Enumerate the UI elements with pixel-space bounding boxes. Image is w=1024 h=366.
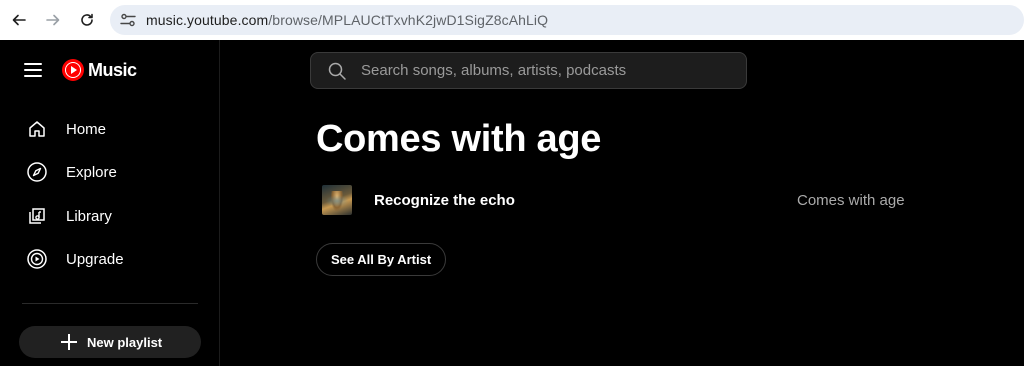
music-logo-icon [62, 59, 84, 81]
url-host: music.youtube.com [146, 12, 269, 28]
track-title[interactable]: Recognize the echo [374, 192, 515, 209]
youtube-music-app: Music Home Explore Library Upgrade New p… [0, 40, 1024, 366]
track-thumbnail[interactable] [322, 185, 352, 215]
sidebar-item-home[interactable]: Home [26, 114, 106, 144]
sidebar-item-upgrade[interactable]: Upgrade [26, 244, 124, 274]
url-text: music.youtube.com/browse/MPLAUCtTxvhK2jw… [146, 12, 548, 28]
sidebar-item-label: Upgrade [66, 250, 124, 268]
home-icon [26, 118, 48, 140]
arrow-left-icon[interactable] [8, 9, 30, 31]
upgrade-icon [26, 248, 48, 270]
plus-icon [61, 334, 77, 350]
search-bar[interactable] [310, 52, 747, 89]
compass-icon [26, 161, 48, 183]
track-album[interactable]: Comes with age [797, 192, 905, 209]
brand-name: Music [88, 59, 137, 80]
page-title: Comes with age [316, 118, 602, 160]
hamburger-menu-icon[interactable] [24, 63, 42, 77]
youtube-music-logo[interactable]: Music [62, 59, 137, 81]
track-row[interactable]: Recognize the echo Comes with age [316, 180, 916, 220]
reload-icon[interactable] [76, 9, 98, 31]
address-bar[interactable]: music.youtube.com/browse/MPLAUCtTxvhK2jw… [110, 5, 1024, 35]
sidebar-item-label: Home [66, 120, 107, 138]
sidebar-item-library[interactable]: Library [26, 201, 112, 231]
new-playlist-button[interactable]: New playlist [19, 326, 201, 358]
sidebar-item-label: Explore [66, 163, 117, 181]
brand: Music [24, 58, 137, 82]
search-input[interactable] [361, 62, 741, 79]
search-icon[interactable] [327, 61, 347, 81]
browser-toolbar: music.youtube.com/browse/MPLAUCtTxvhK2jw… [0, 0, 1024, 40]
sidebar: Music Home Explore Library Upgrade New p… [0, 40, 220, 366]
see-all-by-artist-button[interactable]: See All By Artist [316, 243, 447, 276]
url-path: /browse/MPLAUCtTxvhK2jwD1SigZ8cAhLiQ [268, 12, 549, 28]
sidebar-item-label: Library [66, 207, 112, 225]
arrow-right-icon[interactable] [42, 9, 64, 31]
sidebar-item-explore[interactable]: Explore [26, 157, 117, 187]
tune-icon[interactable] [114, 8, 142, 32]
sidebar-divider [22, 303, 198, 304]
library-icon [26, 205, 48, 227]
new-playlist-label: New playlist [87, 334, 163, 350]
